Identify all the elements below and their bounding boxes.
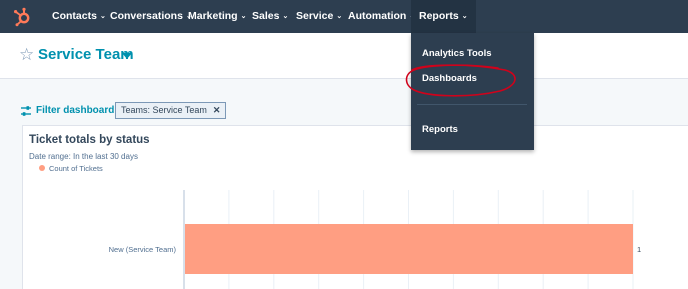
menu-item-dashboards[interactable]: Dashboards <box>422 73 477 84</box>
dashboard-title[interactable]: Service Team <box>38 46 134 63</box>
chevron-down-icon: ⌄ <box>336 13 343 20</box>
nav-marketing-label: Marketing <box>188 10 238 22</box>
chevron-down-icon: ⌄ <box>461 13 468 20</box>
menu-divider <box>417 104 527 105</box>
nav-conversations-label: Conversations <box>110 10 183 22</box>
nav-automation[interactable]: Automation⌄ <box>348 0 415 33</box>
bar-chart: New (Service Team) 1 <box>109 190 641 289</box>
filter-sliders-icon[interactable] <box>20 105 32 117</box>
team-filter-chip-label: Teams: Service Team <box>121 105 207 115</box>
nav-marketing[interactable]: Marketing ⌄ <box>188 0 246 33</box>
filter-row: Filter dashboard Teams: Service Team ✕ <box>0 100 688 122</box>
top-navigation: Contacts ⌄ Conversations ⌄ Marketing ⌄ Sale… <box>0 0 688 33</box>
category-label: New (Service Team) <box>109 245 177 254</box>
nav-service[interactable]: Service ⌄ <box>296 0 342 33</box>
nav-sales[interactable]: Sales ⌄ <box>252 0 288 33</box>
caret-down-icon[interactable] <box>122 53 132 59</box>
data-label: 1 <box>637 245 641 254</box>
nav-contacts[interactable]: Contacts ⌄ <box>52 0 106 33</box>
filter-dashboard-link[interactable]: Filter dashboard <box>36 105 114 116</box>
reports-dropdown-menu: Analytics Tools Dashboards Reports <box>411 33 534 150</box>
close-icon[interactable]: ✕ <box>213 105 221 115</box>
chevron-down-icon: ⌄ <box>99 13 106 20</box>
chevron-down-icon: ⌄ <box>282 13 289 20</box>
favorite-star-icon[interactable]: ☆ <box>19 45 34 65</box>
nav-conversations[interactable]: Conversations ⌄ <box>110 0 192 33</box>
nav-contacts-label: Contacts <box>52 10 97 22</box>
nav-automation-label: Automation <box>348 10 407 22</box>
nav-reports[interactable]: Reports ⌄ <box>411 0 476 33</box>
menu-item-analytics-tools[interactable]: Analytics Tools <box>422 48 492 59</box>
menu-item-reports[interactable]: Reports <box>422 124 458 135</box>
nav-reports-label: Reports <box>419 10 459 22</box>
team-filter-chip[interactable]: Teams: Service Team ✕ <box>115 102 227 119</box>
chevron-down-icon: ⌄ <box>240 13 247 20</box>
bar-0[interactable] <box>185 224 633 274</box>
dashboard-header: ☆ Service Team <box>0 33 688 79</box>
nav-service-label: Service <box>296 10 334 22</box>
nav-sales-label: Sales <box>252 10 280 22</box>
report-card: Ticket totals by status Date range: In t… <box>22 125 688 289</box>
hubspot-logo-icon[interactable] <box>12 7 32 27</box>
